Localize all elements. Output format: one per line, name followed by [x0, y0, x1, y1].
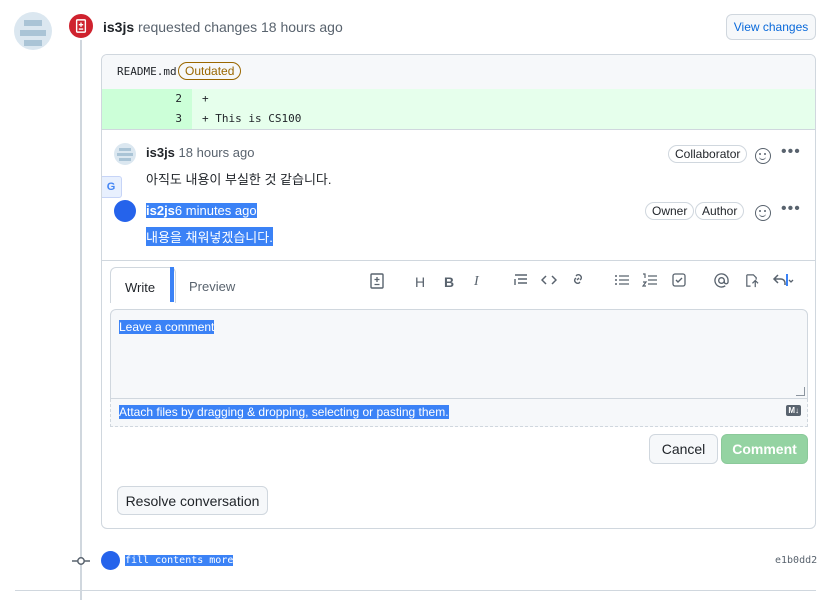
tab-write[interactable]: Write [110, 267, 176, 303]
comment-time[interactable]: 6 minutes ago [174, 203, 257, 218]
markdown-icon[interactable]: M↓ [786, 405, 801, 416]
bold-icon[interactable]: B [444, 274, 454, 290]
comment-author[interactable]: is2js [146, 203, 175, 218]
outdated-badge: Outdated [178, 62, 242, 80]
line-number[interactable]: 2 [102, 89, 192, 109]
link-icon[interactable] [571, 272, 585, 289]
quote-icon[interactable] [514, 273, 528, 290]
section-divider [15, 590, 816, 591]
file-name[interactable]: README.md [117, 65, 177, 78]
saved-replies-icon[interactable] [772, 272, 794, 291]
comment-button[interactable]: Comment [721, 434, 808, 464]
review-thread: README.md Outdated 2 + 3 + This is CS100… [101, 54, 816, 529]
comment-placeholder: Leave a comment [119, 320, 215, 334]
avatar[interactable] [101, 551, 120, 570]
translate-icon[interactable]: G [102, 176, 122, 198]
comment-body: 내용을 채워넣겠습니다. [146, 227, 273, 246]
review-author[interactable]: is3js [103, 19, 134, 35]
comment-meta: is2js6 minutes ago [146, 203, 257, 218]
cancel-button[interactable]: Cancel [649, 434, 718, 464]
more-options-icon[interactable]: ••• [781, 143, 801, 161]
attach-files-text: Attach files by dragging & dropping, sel… [119, 405, 449, 419]
mention-icon[interactable] [714, 273, 729, 291]
diff-line: 2 + [102, 89, 815, 109]
heading-icon[interactable]: H [415, 274, 425, 290]
commit-sha[interactable]: e1b0dd2 [775, 555, 817, 566]
ordered-list-icon[interactable] [641, 273, 658, 290]
emoji-reaction-icon[interactable] [755, 205, 771, 221]
owner-badge: Owner [645, 202, 695, 220]
suggestion-icon[interactable] [370, 273, 384, 292]
diff-line: 3 + This is CS100 [102, 109, 815, 129]
timeline-line [80, 40, 82, 600]
more-options-icon[interactable]: ••• [781, 200, 801, 218]
cross-reference-icon[interactable] [744, 273, 759, 291]
emoji-reaction-icon[interactable] [755, 148, 771, 164]
tab-divider [170, 267, 174, 302]
comment-editor: Write Preview H B I Leave a comment Atta… [102, 260, 815, 471]
comment-textarea[interactable]: Leave a comment [110, 309, 808, 399]
comment-meta: is3js 18 hours ago [146, 145, 254, 160]
task-list-icon[interactable] [672, 273, 686, 290]
attach-files-bar[interactable]: Attach files by dragging & dropping, sel… [110, 399, 808, 427]
changes-requested-icon [67, 12, 95, 40]
view-changes-button[interactable]: View changes [726, 14, 816, 40]
commit-icon [72, 554, 90, 568]
line-number[interactable]: 3 [102, 109, 192, 129]
avatar[interactable] [114, 143, 136, 165]
avatar[interactable] [114, 200, 136, 222]
review-header: is3js requested changes 18 hours ago [103, 19, 343, 35]
commit-message[interactable]: fill contents more [125, 555, 234, 566]
author-badge: Author [695, 202, 745, 220]
review-action: requested changes 18 hours ago [138, 19, 343, 35]
comment-body: 아직도 내용이 부실한 것 같습니다. [146, 172, 332, 187]
comment-author[interactable]: is3js [146, 145, 175, 160]
unordered-list-icon[interactable] [614, 273, 630, 290]
collaborator-badge: Collaborator [668, 145, 748, 163]
avatar[interactable] [14, 12, 52, 50]
code-icon[interactable] [540, 273, 558, 290]
italic-icon[interactable]: I [474, 274, 479, 290]
line-code: + This is CS100 [202, 112, 302, 125]
tab-preview[interactable]: Preview [189, 279, 235, 294]
comment-time[interactable]: 18 hours ago [179, 145, 255, 160]
line-code: + [202, 92, 209, 105]
resolve-conversation-button[interactable]: Resolve conversation [117, 486, 268, 515]
file-header: README.md Outdated [102, 55, 815, 90]
resize-handle-icon[interactable] [796, 387, 805, 396]
